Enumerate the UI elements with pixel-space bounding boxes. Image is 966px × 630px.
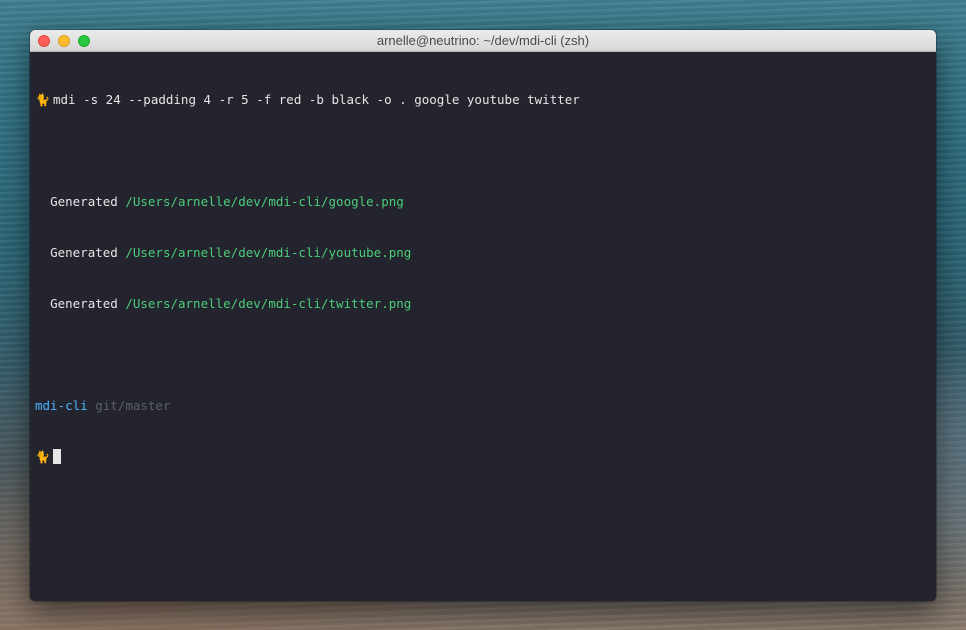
input-line[interactable]: 🐈 [35, 448, 936, 465]
output-path: /Users/arnelle/dev/mdi-cli/youtube.png [125, 245, 412, 260]
git-branch: git/master [95, 398, 171, 413]
title-bar[interactable]: arnelle@neutrino: ~/dev/mdi-cli (zsh) [30, 30, 936, 52]
output-label: Generated [50, 296, 118, 311]
output-label: Generated [50, 194, 118, 209]
terminal-window: arnelle@neutrino: ~/dev/mdi-cli (zsh) 🐈 m… [30, 30, 936, 601]
output-line: Generated /Users/arnelle/dev/mdi-cli/you… [35, 244, 936, 261]
output-path: /Users/arnelle/dev/mdi-cli/twitter.png [125, 296, 412, 311]
current-directory: mdi-cli [35, 398, 88, 413]
output-label: Generated [50, 245, 118, 260]
cat-prompt-icon: 🐈 [35, 450, 50, 464]
output-line: Generated /Users/arnelle/dev/mdi-cli/twi… [35, 295, 936, 312]
output-path: /Users/arnelle/dev/mdi-cli/google.png [125, 194, 404, 209]
command-line: 🐈 mdi -s 24 --padding 4 -r 5 -f red -b bl… [35, 91, 936, 108]
prompt-info-line: mdi-cli git/master [35, 397, 936, 414]
command-text: mdi -s 24 --padding 4 -r 5 -f red -b bla… [53, 92, 580, 107]
terminal-content[interactable]: 🐈 mdi -s 24 --padding 4 -r 5 -f red -b bl… [30, 52, 936, 499]
cat-prompt-icon: 🐈 [35, 93, 50, 107]
text-cursor [53, 449, 61, 464]
output-line: Generated /Users/arnelle/dev/mdi-cli/goo… [35, 193, 936, 210]
window-title: arnelle@neutrino: ~/dev/mdi-cli (zsh) [376, 33, 590, 48]
